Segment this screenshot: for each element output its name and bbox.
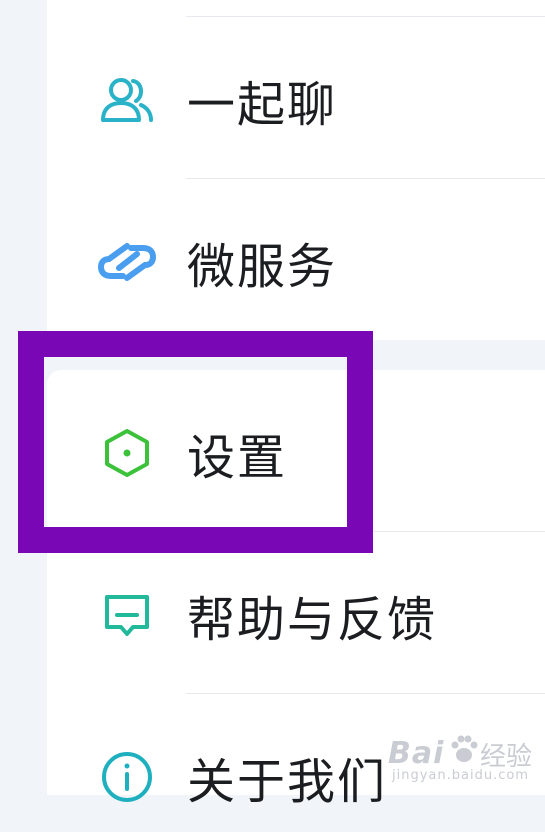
menu-item-label: 关于我们 (187, 754, 388, 810)
menu-item-shezhi[interactable]: 设置 (47, 398, 545, 508)
divider (186, 16, 545, 17)
menu-item-bangzhu[interactable]: 帮助与反馈 (47, 560, 545, 670)
group-chat-icon (97, 70, 157, 130)
menu-item-label: 帮助与反馈 (187, 592, 438, 648)
info-icon (97, 747, 157, 807)
divider (186, 178, 545, 179)
menu-item-guanyu[interactable]: 关于我们 (47, 722, 545, 832)
menu-item-yiqiliao[interactable]: 一起聊 (47, 45, 545, 155)
menu-item-label: 一起聊 (187, 77, 338, 133)
menu-item-label: 设置 (187, 430, 288, 486)
left-background-strip (0, 0, 47, 795)
hexagon-settings-icon (97, 423, 157, 483)
divider (186, 531, 545, 532)
divider (186, 693, 545, 694)
feedback-chat-icon (97, 585, 157, 645)
menu-item-label: 微服务 (187, 239, 338, 295)
menu-item-weifuwu[interactable]: 微服务 (47, 207, 545, 317)
link-icon (97, 232, 157, 292)
